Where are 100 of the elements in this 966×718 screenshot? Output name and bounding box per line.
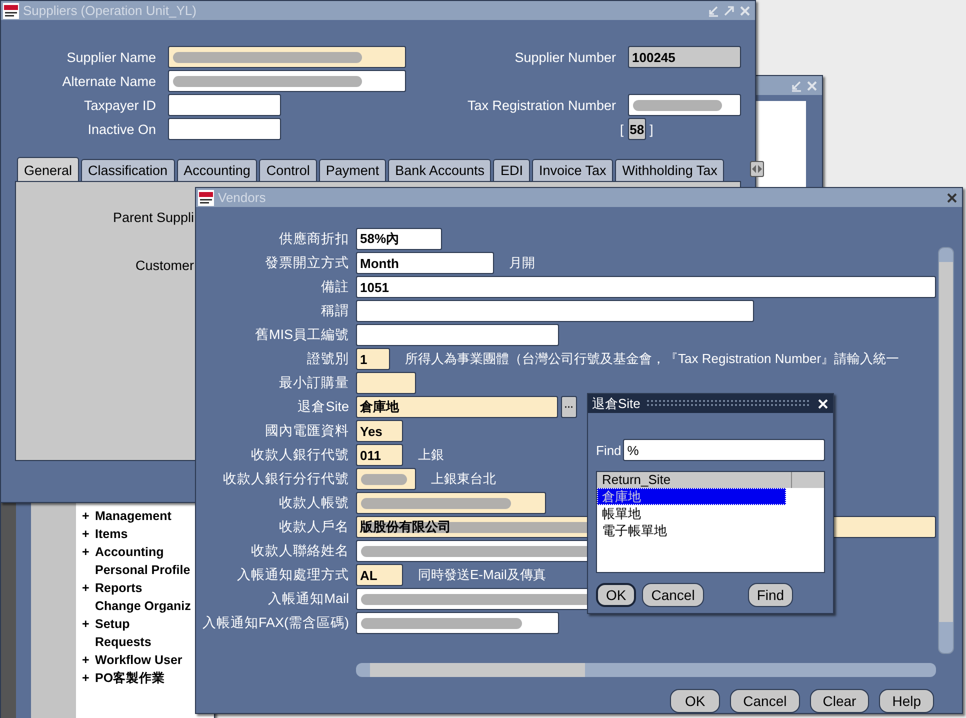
navigator-item[interactable]: Workflow User (95, 653, 182, 667)
field-note: 所得人為事業團體（台灣公司行號及基金會，『Tax Registration Number』請輸入統一 (405, 350, 900, 368)
text-field[interactable] (168, 70, 406, 92)
field-label: 收款人銀行代號 (250, 446, 349, 464)
expand-marker[interactable]: + (82, 653, 95, 667)
find-field[interactable]: % (623, 439, 825, 461)
field-note: 月開 (509, 254, 535, 272)
field-label: Parent Suppli (112, 210, 194, 227)
field-label: Taxpayer ID (82, 98, 156, 112)
text-field[interactable]: 011 (356, 444, 403, 466)
redaction-mark (361, 474, 408, 485)
field-label: 稱謂 (320, 302, 349, 320)
field-label: 供應商折扣 (278, 230, 349, 248)
field-label: Tax Registration Number (466, 98, 616, 112)
app-logo-icon (3, 2, 19, 18)
text-field[interactable] (356, 372, 416, 394)
text-field[interactable] (356, 324, 559, 346)
text-field[interactable] (628, 94, 741, 116)
field-label: 入帳通知Mail (267, 590, 349, 608)
dialog-button[interactable]: OK (596, 583, 636, 607)
navigator-item[interactable]: Management (95, 509, 172, 523)
field-label: 收款人戶名 (278, 518, 349, 536)
tab[interactable]: EDI (493, 159, 530, 181)
horizontal-scrollbar[interactable] (356, 663, 936, 677)
navigator-item[interactable]: Items (95, 527, 128, 541)
text-field[interactable]: 1051 (356, 276, 936, 298)
list-item[interactable]: 倉庫地 (597, 488, 786, 505)
field-label: 發票開立方式 (264, 254, 349, 272)
expand-marker[interactable]: + (82, 545, 95, 559)
tab[interactable]: Control (259, 159, 317, 181)
vertical-scrollbar[interactable] (938, 247, 954, 654)
dialog-button[interactable]: Clear (810, 689, 870, 713)
field-label: 入帳通知處理方式 (236, 566, 349, 584)
field-label: Inactive On (86, 122, 156, 136)
tab[interactable]: Withholding Tax (615, 159, 724, 181)
dialog-button[interactable]: Cancel (730, 689, 800, 713)
text-field[interactable] (168, 118, 281, 140)
expand-marker[interactable]: + (82, 671, 95, 685)
app-logo-icon (198, 190, 214, 206)
field-label: 備註 (320, 278, 349, 296)
window-title: Vendors (218, 190, 267, 205)
tab[interactable]: Bank Accounts (388, 159, 492, 181)
field-label: 收款人銀行分行代號 (222, 470, 349, 488)
dialog-button[interactable]: Help (879, 689, 934, 713)
navigator-item[interactable]: Requests (95, 635, 152, 649)
navigator-item[interactable]: Accounting (95, 545, 164, 559)
text-field[interactable]: 1 (356, 348, 390, 370)
dialog-button[interactable]: Cancel (642, 583, 704, 607)
navigator-item[interactable]: Change Organiz (95, 599, 191, 613)
text-field[interactable]: 58%內 (356, 228, 442, 250)
text-field[interactable] (356, 492, 546, 514)
expand-marker[interactable]: + (82, 527, 95, 541)
text-field[interactable]: Month (356, 252, 494, 274)
text-field[interactable] (356, 612, 559, 634)
tab[interactable]: Payment (318, 159, 386, 181)
window-title: Suppliers (Operation Unit_YL) (23, 3, 198, 18)
list-item[interactable]: 電子帳單地 (597, 522, 786, 539)
bracket-text: ] (650, 122, 654, 136)
column-header: Return_Site (597, 472, 792, 488)
text-field[interactable] (356, 300, 754, 322)
tab[interactable]: Classification (81, 159, 175, 181)
bracket-text: [ (620, 122, 624, 136)
tab[interactable]: Invoice Tax (532, 159, 614, 181)
text-field[interactable]: Yes (356, 420, 403, 442)
field-note: 上銀 (418, 446, 444, 464)
field-label: 收款人聯絡姓名 (250, 542, 349, 560)
field-label: 國內電匯資料 (264, 422, 349, 440)
field-label: Find (596, 442, 622, 458)
navigator-item[interactable]: Personal Profile (95, 563, 190, 577)
expand-marker[interactable]: + (82, 509, 95, 523)
tab[interactable]: Accounting (176, 159, 258, 181)
expand-marker[interactable]: + (82, 617, 95, 631)
field-label: Supplier Number (514, 50, 616, 64)
field-label: Customer (134, 258, 194, 275)
field-label: 舊MIS員工編號 (254, 326, 349, 344)
dialog-title: 退倉Site (592, 394, 640, 412)
navigator-item[interactable]: Setup (95, 617, 130, 631)
dialog-button[interactable]: OK (670, 689, 720, 713)
field-label: 入帳通知FAX(需含區碼) (201, 614, 349, 632)
field-label: 證號別 (306, 350, 349, 368)
text-field[interactable]: 倉庫地 (356, 396, 558, 418)
field-label: 退倉Site (296, 398, 349, 416)
navigator-item[interactable]: Reports (95, 581, 142, 595)
field-label: Supplier Name (66, 50, 156, 64)
field-label: Alternate Name (61, 74, 156, 88)
list-of-values-button[interactable]: ··· (561, 396, 577, 418)
expand-marker[interactable]: + (82, 581, 95, 595)
dialog-button[interactable]: Find (748, 583, 794, 607)
field-label: 收款人帳號 (278, 494, 349, 512)
text-field[interactable]: AL (356, 564, 403, 586)
text-field[interactable] (168, 94, 281, 116)
text-field[interactable]: 58 (628, 118, 646, 140)
tab-scroll-button[interactable] (750, 161, 764, 177)
text-field[interactable] (168, 46, 406, 68)
text-field[interactable]: 100245 (628, 46, 741, 68)
text-field[interactable] (356, 468, 416, 490)
field-note: 同時發送E-Mail及傳真 (418, 566, 546, 584)
tab[interactable]: General (17, 157, 80, 181)
column-header (792, 472, 824, 488)
navigator-item[interactable]: PO客製作業 (95, 670, 166, 686)
